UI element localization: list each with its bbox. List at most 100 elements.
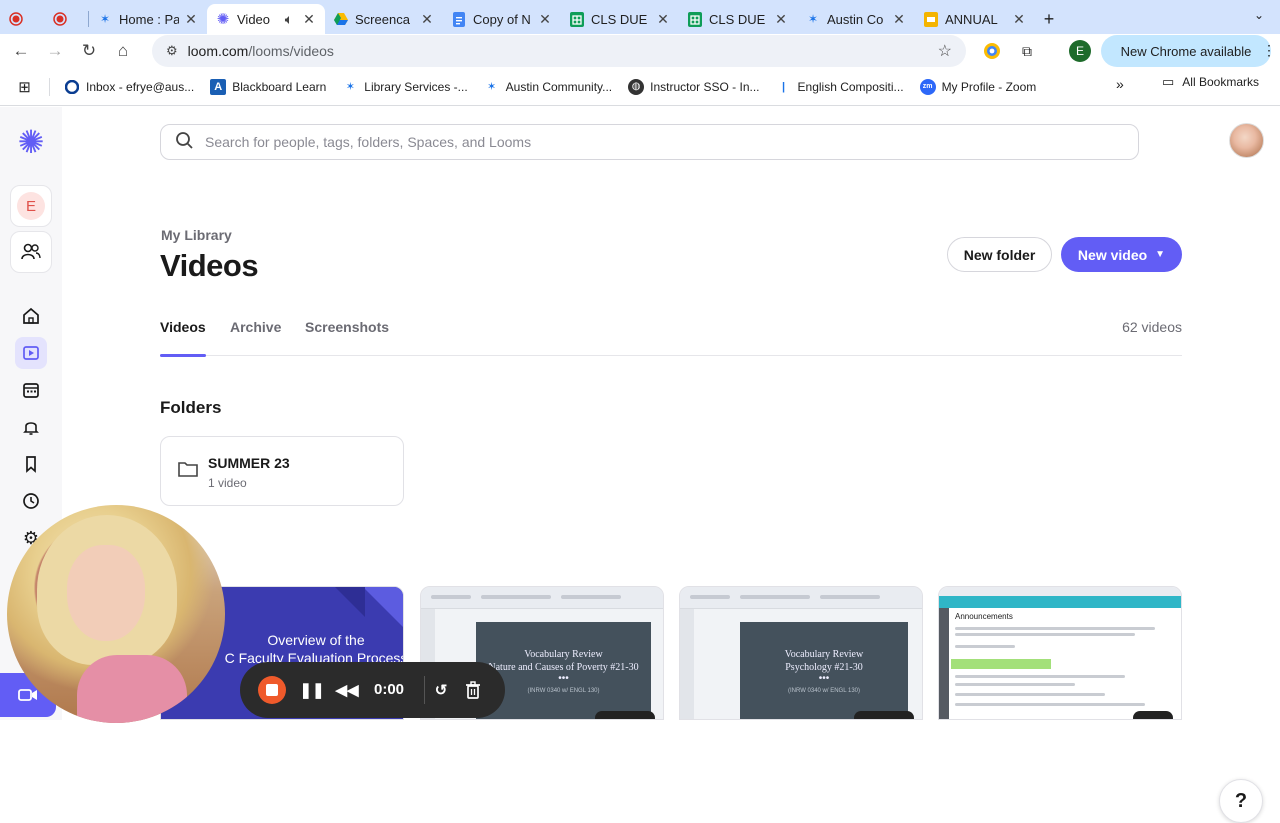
more-menu-icon[interactable]: ⋮ <box>1262 42 1276 59</box>
globe-icon: ◍ <box>628 78 645 95</box>
history-clock-icon[interactable] <box>15 485 47 517</box>
bookmarks-bar: ⊞ Inbox - efrye@aus... A Blackboard Lear… <box>0 68 1280 106</box>
people-icon[interactable] <box>10 231 52 273</box>
close-icon[interactable]: ✕ <box>183 11 199 27</box>
tab-record-2[interactable] <box>44 4 88 34</box>
home-icon[interactable] <box>15 300 47 332</box>
tab-cls-due-1[interactable]: CLS DUE ✕ <box>561 4 679 34</box>
address-bar[interactable]: ⚙︎ loom.com/looms/videos ☆ <box>152 35 966 67</box>
tab-archive[interactable]: Archive <box>230 317 281 356</box>
folder-icon <box>178 461 198 482</box>
close-icon[interactable]: ✕ <box>301 11 317 27</box>
tab-videos-active[interactable]: ✺ Video 🔈︎ ✕ <box>207 4 325 34</box>
slides-icon <box>923 11 939 27</box>
bookmark-zoom-profile[interactable]: zm My Profile - Zoom <box>912 74 1045 100</box>
apps-grid-icon[interactable]: ⊞ <box>0 77 50 96</box>
reload-icon[interactable]: ↻ <box>72 35 106 67</box>
chrome-profile-avatar[interactable]: E <box>1069 40 1091 62</box>
folder-icon: ▭ <box>1162 74 1175 89</box>
loom-logo-icon[interactable]: ✺ <box>14 125 48 159</box>
new-tab-button[interactable]: + <box>1035 4 1063 34</box>
workspace-avatar: E <box>17 192 45 220</box>
bookmark-english-composition[interactable]: | English Compositi... <box>768 74 912 100</box>
audio-icon[interactable]: 🔈︎ <box>281 11 297 27</box>
more-bookmarks-chevron-icon[interactable]: » <box>1116 76 1124 92</box>
back-arrow-icon[interactable]: ← <box>4 35 38 67</box>
notifications-bell-icon[interactable] <box>15 411 47 443</box>
zoom-icon: zm <box>919 78 936 95</box>
search-input[interactable]: Search for people, tags, folders, Spaces… <box>160 124 1139 160</box>
close-icon[interactable]: ✕ <box>773 11 789 27</box>
tab-screencast[interactable]: Screenca ✕ <box>325 4 443 34</box>
rewind-icon[interactable]: ◀◀ <box>335 678 359 702</box>
close-icon[interactable]: ✕ <box>1011 11 1027 27</box>
bookmark-icon[interactable] <box>15 448 47 480</box>
webcam-bubble[interactable] <box>7 505 225 723</box>
blackboard-icon: A <box>210 78 227 95</box>
workspace-switcher[interactable]: E <box>10 185 52 227</box>
bookmark-inbox[interactable]: Inbox - efrye@aus... <box>56 74 202 100</box>
thumb-text: Announcements <box>955 612 1013 621</box>
all-bookmarks-button[interactable]: ▭ All Bookmarks <box>1162 74 1259 90</box>
tab-austin-co[interactable]: ✶ Austin Co ✕ <box>797 4 915 34</box>
tab-cls-due-2[interactable]: CLS DUE ✕ <box>679 4 797 34</box>
forward-arrow-icon[interactable]: → <box>38 35 72 67</box>
user-avatar[interactable] <box>1229 123 1264 158</box>
new-folder-button[interactable]: New folder <box>947 237 1052 272</box>
close-icon[interactable]: ✕ <box>419 11 435 27</box>
acc-star-icon: ✶ <box>345 81 355 93</box>
bookmark-blackboard[interactable]: A Blackboard Learn <box>202 74 334 100</box>
docs-icon <box>451 11 467 27</box>
search-placeholder: Search for people, tags, folders, Spaces… <box>205 134 532 150</box>
folder-name: SUMMER 23 <box>208 455 290 471</box>
video-thumbnail[interactable]: Vocabulary Review Psychology #21-30 ••• … <box>679 586 923 720</box>
home-icon[interactable]: ⌂ <box>106 35 140 67</box>
breadcrumb[interactable]: My Library <box>161 227 232 243</box>
extension-color-icon[interactable] <box>981 40 1003 62</box>
site-settings-icon[interactable]: ⚙︎ <box>166 43 178 59</box>
bookmark-star-icon[interactable]: ☆ <box>938 41 952 61</box>
recording-controls: ❚❚ ◀◀ 0:00 ↺ <box>240 662 505 718</box>
close-icon[interactable]: ✕ <box>655 11 671 27</box>
acc-star-icon: ✶ <box>807 12 819 26</box>
tab-copy-of[interactable]: Copy of N ✕ <box>443 4 561 34</box>
bookmark-austin-community[interactable]: ✶ Austin Community... <box>476 74 620 100</box>
acc-star-icon: ✶ <box>487 81 497 93</box>
restart-icon[interactable]: ↺ <box>429 678 453 702</box>
help-button[interactable]: ? <box>1219 779 1263 823</box>
drive-icon <box>333 11 349 27</box>
url-host: loom.com <box>187 43 249 59</box>
delete-trash-icon[interactable] <box>461 678 485 702</box>
extensions-puzzle-icon[interactable]: ⧉ <box>1016 40 1038 62</box>
tab-record-1[interactable] <box>0 4 44 34</box>
outlook-icon <box>64 79 80 95</box>
thumb-text: ••• <box>818 673 830 684</box>
thumb-text: Vocabulary Review <box>524 649 603 660</box>
library-videos-icon[interactable] <box>15 337 47 369</box>
pause-icon[interactable]: ❚❚ <box>299 678 324 702</box>
video-thumbnail[interactable]: Announcements <box>938 586 1182 720</box>
thumb-text: Vocabulary Review <box>784 649 864 660</box>
folder-card[interactable]: SUMMER 23 1 video <box>160 436 404 506</box>
folder-video-count: 1 video <box>208 476 247 490</box>
tab-home[interactable]: ✶ Home : Pa ✕ <box>89 4 207 34</box>
new-chrome-available-button[interactable]: New Chrome available <box>1101 35 1271 67</box>
tab-annual[interactable]: ANNUAL ✕ <box>915 4 1035 34</box>
bookmark-instructor-sso[interactable]: ◍ Instructor SSO - In... <box>620 74 767 100</box>
folders-heading: Folders <box>160 398 222 417</box>
loom-icon: ✺ <box>216 11 230 28</box>
tab-search-chevron-icon[interactable]: ⌄ <box>1248 4 1270 26</box>
sheets-icon <box>687 11 703 27</box>
video-count: 62 videos <box>1122 319 1182 335</box>
url-path: /looms/videos <box>248 43 334 59</box>
bookmark-library-services[interactable]: ✶ Library Services -... <box>334 74 475 100</box>
calendar-icon[interactable] <box>15 374 47 406</box>
tab-videos[interactable]: Videos <box>160 317 206 357</box>
tab-screenshots[interactable]: Screenshots <box>305 317 389 356</box>
close-icon[interactable]: ✕ <box>537 11 553 27</box>
library-tabs: Videos Archive Screenshots 62 videos <box>160 317 1182 357</box>
thumb-text: Overview of the <box>267 632 365 648</box>
stop-recording-button[interactable] <box>258 676 286 704</box>
new-video-button[interactable]: New video ▼ <box>1061 237 1182 272</box>
close-icon[interactable]: ✕ <box>891 11 907 27</box>
